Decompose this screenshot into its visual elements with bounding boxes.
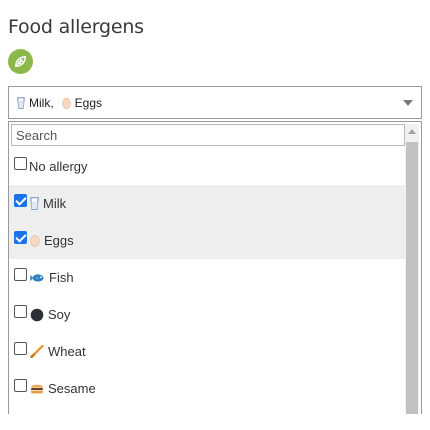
allergen-dropdown: No allergy Milk Eggs Fish xyxy=(8,121,422,414)
fish-icon xyxy=(30,272,45,284)
checkbox[interactable] xyxy=(14,194,27,207)
option-label: Soy xyxy=(48,307,71,322)
dropdown-scrollbar[interactable] xyxy=(405,124,419,414)
search-input[interactable] xyxy=(12,125,404,145)
checkbox[interactable] xyxy=(14,157,27,170)
option-label: Eggs xyxy=(44,233,74,248)
option-sesame[interactable]: Sesame xyxy=(9,370,405,407)
chevron-down-icon[interactable] xyxy=(403,100,413,106)
checkbox[interactable] xyxy=(14,342,27,355)
scrollbar-thumb[interactable] xyxy=(406,142,418,414)
option-eggs[interactable]: Eggs xyxy=(9,222,405,259)
milk-glass-icon xyxy=(17,96,25,109)
selected-separator: , xyxy=(50,95,54,110)
scroll-up-arrow-icon[interactable] xyxy=(408,129,416,134)
search-box xyxy=(11,124,405,146)
leaf-icon xyxy=(15,56,26,67)
milk-glass-icon xyxy=(30,197,39,210)
checkbox[interactable] xyxy=(14,231,27,244)
option-wheat[interactable]: Wheat xyxy=(9,333,405,370)
option-no-allergy[interactable]: No allergy xyxy=(9,148,405,185)
page-title: Food allergens xyxy=(8,16,144,38)
egg-icon xyxy=(61,97,71,109)
checkbox[interactable] xyxy=(14,268,27,281)
option-label: Milk xyxy=(43,196,67,211)
sesame-bun-icon xyxy=(30,382,44,395)
soy-bean-icon xyxy=(30,308,44,322)
option-label: No allergy xyxy=(29,159,88,174)
checkbox[interactable] xyxy=(14,379,27,392)
option-label: Sesame xyxy=(48,381,96,396)
selected-chip-label: Milk xyxy=(29,95,51,110)
option-label: Fish xyxy=(49,270,74,285)
selected-chip-label: Eggs xyxy=(74,95,103,110)
option-soy[interactable]: Soy xyxy=(9,296,405,333)
option-label: Wheat xyxy=(48,344,86,359)
option-fish[interactable]: Fish xyxy=(9,259,405,296)
egg-icon xyxy=(30,234,40,247)
option-milk[interactable]: Milk xyxy=(9,185,405,222)
allergen-select[interactable]: Milk, Eggs xyxy=(8,86,422,119)
options-list: No allergy Milk Eggs Fish Soy Wheat Sesa… xyxy=(9,148,405,407)
leaf-filter-button[interactable] xyxy=(8,49,33,74)
selected-chip-milk: Milk, xyxy=(17,96,54,110)
selected-chip-eggs: Eggs xyxy=(61,95,103,110)
wheat-icon xyxy=(30,345,44,358)
checkbox[interactable] xyxy=(14,305,27,318)
